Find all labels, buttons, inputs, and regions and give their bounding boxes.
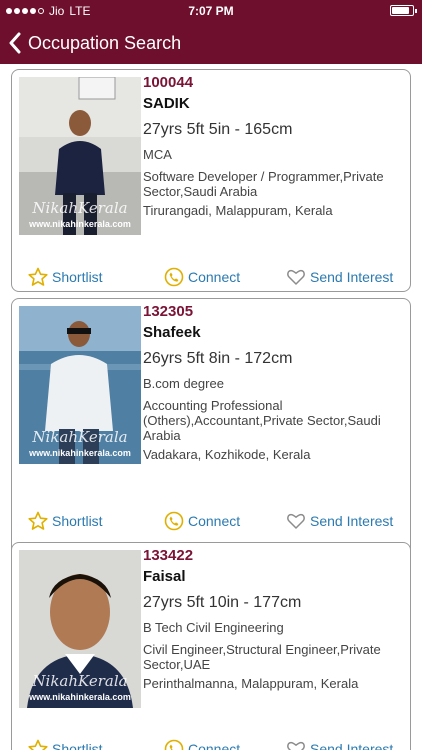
connect-label: Connect	[188, 269, 241, 285]
send-interest-button[interactable]: Send Interest	[286, 267, 393, 287]
status-time: 7:07 PM	[188, 4, 234, 18]
watermark-logo: NikahKerala	[32, 199, 128, 217]
chevron-left-icon	[9, 32, 21, 54]
profile-actions: Shortlist Connect Send Interest	[12, 511, 410, 531]
send-interest-button[interactable]: Send Interest	[286, 739, 393, 750]
profile-occupation: Software Developer / Programmer,Private …	[143, 169, 384, 199]
profile-education: B.com degree	[143, 376, 224, 391]
back-button[interactable]: Occupation Search	[8, 28, 181, 58]
phone-icon	[164, 511, 184, 531]
navigation-bar: Occupation Search	[0, 22, 422, 64]
phone-icon	[164, 267, 184, 287]
shortlist-button[interactable]: Shortlist	[28, 739, 103, 750]
status-bar: Jio LTE 7:07 PM	[0, 0, 422, 22]
shortlist-label: Shortlist	[52, 513, 103, 529]
connect-button[interactable]: Connect	[164, 267, 240, 287]
shortlist-button[interactable]: Shortlist	[28, 267, 103, 287]
watermark-logo: NikahKerala	[32, 428, 128, 446]
shortlist-button[interactable]: Shortlist	[28, 511, 103, 531]
profile-age-height: 27yrs 5ft 10in - 177cm	[143, 594, 302, 611]
heart-icon	[287, 741, 305, 750]
profile-photo[interactable]: NikahKerala www.nikahinkerala.com	[19, 77, 141, 235]
profile-location: Tirurangadi, Malappuram, Kerala	[143, 203, 333, 218]
profile-occupation: Civil Engineer,Structural Engineer,Priva…	[143, 642, 381, 672]
profile-education: MCA	[143, 147, 172, 162]
star-icon	[28, 739, 48, 750]
profile-id: 133422	[143, 547, 194, 564]
profile-id: 100044	[143, 74, 194, 91]
profile-age-height: 27yrs 5ft 5in - 165cm	[143, 121, 293, 138]
profile-photo[interactable]: NikahKerala www.nikahinkerala.com	[19, 306, 141, 464]
profile-name: SADIK	[143, 95, 190, 112]
profile-age-height: 26yrs 5ft 8in - 172cm	[143, 350, 293, 367]
shortlist-label: Shortlist	[52, 741, 103, 750]
send-interest-label: Send Interest	[310, 741, 394, 750]
profile-location: Vadakara, Kozhikode, Kerala	[143, 447, 311, 462]
profile-actions: Shortlist Connect Send Interest	[12, 267, 410, 287]
send-interest-label: Send Interest	[310, 269, 394, 285]
connect-button[interactable]: Connect	[164, 739, 240, 750]
profile-education: B Tech Civil Engineering	[143, 620, 284, 635]
profile-info: 132305 Shafeek 26yrs 5ft 8in - 172cm B.c…	[143, 303, 409, 462]
watermark-url: www.nikahinkerala.com	[29, 219, 131, 229]
profile-photo[interactable]: NikahKerala www.nikahinkerala.com	[19, 550, 141, 708]
heart-icon	[287, 269, 305, 285]
watermark-logo: NikahKerala	[32, 672, 128, 690]
shortlist-label: Shortlist	[52, 269, 103, 285]
profile-name: Shafeek	[143, 324, 201, 341]
send-interest-label: Send Interest	[310, 513, 394, 529]
profile-id: 132305	[143, 303, 194, 320]
connect-label: Connect	[188, 513, 241, 529]
profile-card[interactable]: NikahKerala www.nikahinkerala.com 100044…	[11, 69, 411, 292]
star-icon	[28, 511, 48, 530]
watermark-url: www.nikahinkerala.com	[29, 692, 131, 702]
profile-name: Faisal	[143, 568, 186, 585]
profile-occupation: Accounting Professional (Others),Account…	[143, 398, 381, 443]
phone-icon	[164, 739, 184, 750]
connect-label: Connect	[188, 741, 241, 750]
photo-watermark: NikahKerala www.nikahinkerala.com	[19, 428, 141, 458]
connect-button[interactable]: Connect	[164, 511, 240, 531]
star-icon	[28, 267, 48, 286]
profile-info: 133422 Faisal 27yrs 5ft 10in - 177cm B T…	[143, 547, 409, 691]
profile-actions: Shortlist Connect Send Interest	[12, 739, 410, 750]
profile-card[interactable]: NikahKerala www.nikahinkerala.com 133422…	[11, 542, 411, 750]
page-title: Occupation Search	[28, 32, 182, 53]
heart-icon	[287, 513, 305, 529]
profile-list[interactable]: NikahKerala www.nikahinkerala.com 100044…	[0, 64, 422, 750]
photo-watermark: NikahKerala www.nikahinkerala.com	[19, 199, 141, 229]
send-interest-button[interactable]: Send Interest	[286, 511, 393, 531]
battery-level	[392, 7, 409, 14]
profile-info: 100044 SADIK 27yrs 5ft 5in - 165cm MCA S…	[143, 74, 409, 218]
photo-watermark: NikahKerala www.nikahinkerala.com	[19, 672, 141, 702]
profile-location: Perinthalmanna, Malappuram, Kerala	[143, 676, 359, 691]
battery-icon	[390, 5, 417, 16]
watermark-url: www.nikahinkerala.com	[29, 448, 131, 458]
